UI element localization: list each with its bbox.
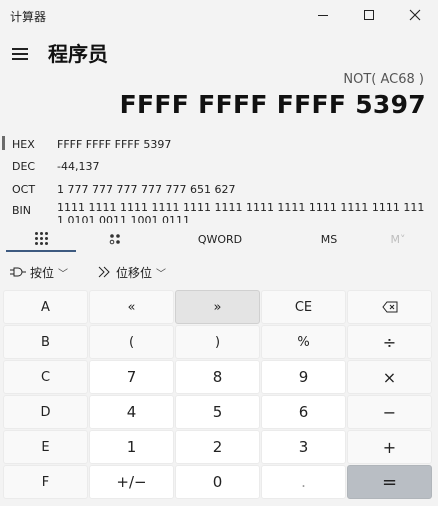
key-d[interactable]: D [3,395,88,429]
memory-list-button[interactable]: M˅ [368,226,428,252]
radix-value: 1 777 777 777 777 777 651 627 [57,183,236,196]
logic-gate-icon [10,267,26,277]
key-clear-entry[interactable]: CE [261,290,346,324]
minimize-button[interactable] [300,0,346,30]
key-e[interactable]: E [3,430,88,464]
menu-button[interactable] [8,38,36,66]
keypad-icon [34,231,48,245]
key-open-paren[interactable]: ( [89,325,174,359]
backspace-button[interactable] [347,290,432,324]
key-5[interactable]: 5 [175,395,260,429]
key-b[interactable]: B [3,325,88,359]
key-divide[interactable]: ÷ [347,325,432,359]
maximize-button[interactable] [346,0,392,30]
key-multiply[interactable]: × [347,360,432,394]
key-close-paren[interactable]: ) [175,325,260,359]
radix-dec[interactable]: DEC -44,137 [0,156,438,178]
key-7[interactable]: 7 [89,360,174,394]
window-title: 计算器 [10,10,47,24]
close-button[interactable] [392,0,438,30]
key-4[interactable]: 4 [89,395,174,429]
key-negate[interactable]: +/− [89,465,174,499]
bit-shift-label: 位移位 [116,265,153,280]
key-6[interactable]: 6 [261,395,346,429]
result-display: FFFF FFFF FFFF 5397 [119,90,426,119]
key-add[interactable]: + [347,430,432,464]
hamburger-icon [12,48,28,50]
key-f[interactable]: F [3,465,88,499]
chevron-down-icon: ﹀ [58,268,69,280]
minimize-icon [318,14,328,16]
radix-label: HEX [12,138,35,151]
radix-label: DEC [12,160,36,173]
key-0[interactable]: 0 [175,465,260,499]
key-decimal[interactable]: . [261,465,346,499]
bit-flip-icon [109,234,120,245]
bitwise-dropdown[interactable]: 按位 ﹀ [10,258,68,286]
key-2[interactable]: 2 [175,430,260,464]
radix-bin[interactable]: BIN 1111 1111 1111 1111 1111 1111 1111 1… [0,197,438,223]
key-equals[interactable]: = [347,465,432,499]
radix-label: OCT [12,183,36,196]
title-bar: 计算器 [0,0,438,30]
chevron-down-icon: ﹀ [156,268,167,280]
key-9[interactable]: 9 [261,360,346,394]
bitwise-label: 按位 [30,265,55,280]
key-1[interactable]: 1 [89,430,174,464]
backspace-icon [381,301,397,313]
radix-label: BIN [12,204,32,217]
radix-value: FFFF FFFF FFFF 5397 [57,138,172,151]
bit-shift-dropdown[interactable]: 位移位 ﹀ [98,258,166,286]
key-right-shift[interactable]: » [175,290,260,324]
close-icon [409,9,421,21]
key-left-shift[interactable]: « [89,290,174,324]
key-c[interactable]: C [3,360,88,394]
radix-value: -44,137 [57,160,100,173]
key-8[interactable]: 8 [175,360,260,394]
shift-icon [98,266,110,278]
expression-display: NOT( AC68 ) [343,72,424,87]
radix-value: 1111 1111 1111 1111 1111 1111 1111 1111 … [57,201,425,223]
key-subtract[interactable]: − [347,395,432,429]
tab-full-keypad[interactable] [6,226,76,252]
keypad-tabs: QWORD MS M˅ [0,226,438,252]
key-3[interactable]: 3 [261,430,346,464]
maximize-icon [364,10,374,20]
mode-title: 程序员 [48,42,108,66]
radix-hex[interactable]: HEX FFFF FFFF FFFF 5397 [0,134,438,156]
keypad: A « » CE B ( ) % ÷ C 7 8 9 × D 4 5 6 − E… [3,290,435,503]
tab-bit-flip[interactable] [80,226,150,252]
key-modulo[interactable]: % [261,325,346,359]
word-size-button[interactable]: QWORD [182,226,258,252]
app-header: 程序员 [0,34,438,70]
key-a[interactable]: A [3,290,88,324]
memory-store-button[interactable]: MS [294,226,364,252]
operation-bar: 按位 ﹀ 位移位 ﹀ [0,258,438,286]
